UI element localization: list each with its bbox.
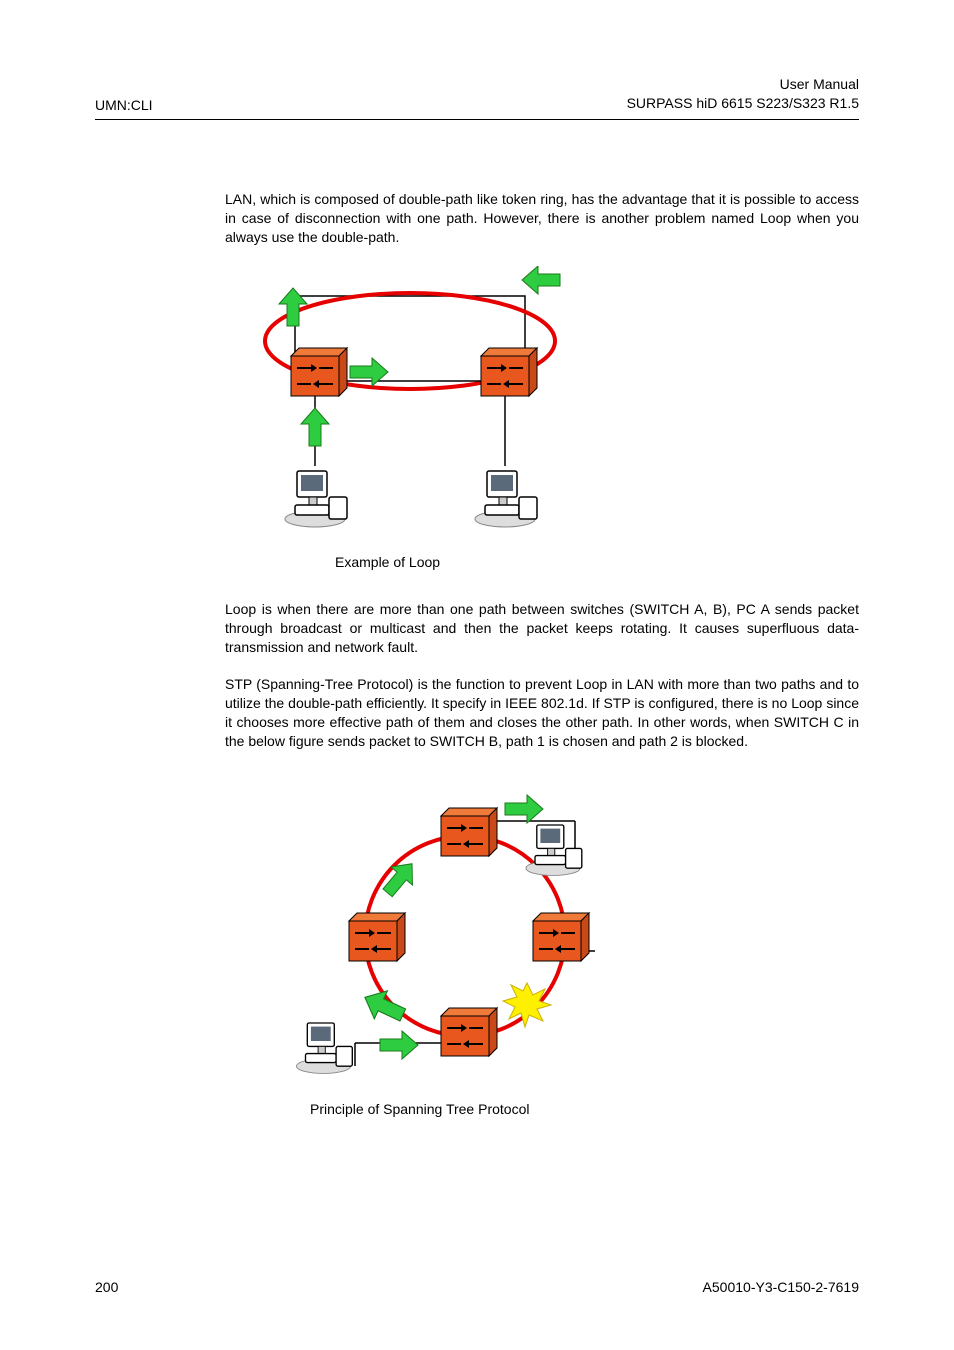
arrow-sw-icon bbox=[358, 983, 409, 1029]
page: UMN:CLI User Manual SURPASS hiD 6615 S22… bbox=[0, 0, 954, 1350]
header-right-line2: SURPASS hiD 6615 S223/S323 R1.5 bbox=[627, 94, 859, 113]
figure-stp bbox=[265, 771, 859, 1091]
paragraph-2: Loop is when there are more than one pat… bbox=[225, 600, 859, 657]
switch-bottom-icon bbox=[441, 1008, 497, 1056]
switch-top-icon bbox=[441, 808, 497, 856]
block-starburst-icon bbox=[503, 983, 551, 1027]
doc-id: A50010-Y3-C150-2-7619 bbox=[703, 1279, 859, 1295]
switch-left-icon bbox=[349, 913, 405, 961]
page-footer: 200 A50010-Y3-C150-2-7619 bbox=[95, 1279, 859, 1295]
switch-a-icon bbox=[291, 348, 347, 396]
header-left: UMN:CLI bbox=[95, 97, 153, 113]
paragraph-1: LAN, which is composed of double-path li… bbox=[225, 190, 859, 247]
arrow-top-right-icon bbox=[505, 795, 543, 823]
switch-b-icon bbox=[481, 348, 537, 396]
arrow-up-pc-icon bbox=[301, 408, 329, 446]
pc-top-icon bbox=[526, 825, 582, 875]
figure1-caption: Example of Loop bbox=[335, 554, 859, 570]
figure2-caption: Principle of Spanning Tree Protocol bbox=[310, 1101, 859, 1117]
page-number: 200 bbox=[95, 1279, 118, 1295]
page-header: UMN:CLI User Manual SURPASS hiD 6615 S22… bbox=[95, 75, 859, 120]
header-right: User Manual SURPASS hiD 6615 S223/S323 R… bbox=[627, 75, 859, 113]
stp-diagram-svg bbox=[265, 771, 645, 1091]
pc-b-icon bbox=[475, 471, 537, 527]
arrow-right-icon bbox=[350, 358, 388, 386]
paragraph-3: STP (Spanning-Tree Protocol) is the func… bbox=[225, 675, 859, 751]
loop-diagram-svg bbox=[225, 266, 605, 546]
content-area: LAN, which is composed of double-path li… bbox=[225, 190, 859, 1117]
pc-a-icon bbox=[285, 471, 347, 527]
switch-right-icon bbox=[533, 913, 589, 961]
pc-bottom-icon bbox=[297, 1023, 353, 1073]
figure-loop bbox=[225, 266, 859, 546]
arrow-left-top-icon bbox=[522, 266, 560, 294]
arrow-into-bottom-icon bbox=[380, 1031, 418, 1059]
header-right-line1: User Manual bbox=[627, 75, 859, 94]
